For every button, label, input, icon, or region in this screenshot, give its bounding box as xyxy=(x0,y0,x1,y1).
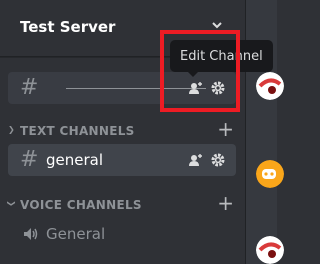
create-channel-icon[interactable]: + xyxy=(217,193,234,213)
chevron-right-icon: ❯ xyxy=(8,125,15,134)
category-voice-channels[interactable]: ❯ VOICE CHANNELS + xyxy=(6,193,242,214)
channel-name: General xyxy=(46,225,106,243)
speaker-icon xyxy=(24,228,38,240)
channel-name-blank xyxy=(46,72,206,104)
server-name: Test Server xyxy=(20,18,116,36)
category-label: VOICE CHANNELS xyxy=(20,198,142,212)
gear-icon[interactable] xyxy=(210,80,226,96)
category-text-channels[interactable]: ❯ TEXT CHANNELS + xyxy=(6,119,242,140)
category-label: TEXT CHANNELS xyxy=(20,124,135,138)
gear-icon[interactable] xyxy=(210,152,226,168)
channel-item-general[interactable]: # general xyxy=(8,144,236,176)
discord-avatar-icon[interactable] xyxy=(256,160,284,188)
tooltip-text: Edit Channel xyxy=(180,48,263,64)
channel-item-unnamed[interactable]: # xyxy=(8,72,236,104)
user-avatar-icon[interactable] xyxy=(256,236,284,264)
person-add-icon[interactable] xyxy=(188,80,204,96)
chevron-down-icon: ❯ xyxy=(6,200,16,207)
user-avatar-icon[interactable] xyxy=(256,72,284,100)
channel-name: general xyxy=(46,151,104,169)
person-add-icon[interactable] xyxy=(188,152,204,168)
hash-icon: # xyxy=(20,147,39,172)
create-channel-icon[interactable]: + xyxy=(217,119,234,139)
chevron-down-icon xyxy=(212,22,222,29)
edit-channel-tooltip: Edit Channel xyxy=(170,40,273,77)
hash-icon: # xyxy=(20,75,39,100)
voice-channel-general[interactable]: General xyxy=(8,218,236,250)
